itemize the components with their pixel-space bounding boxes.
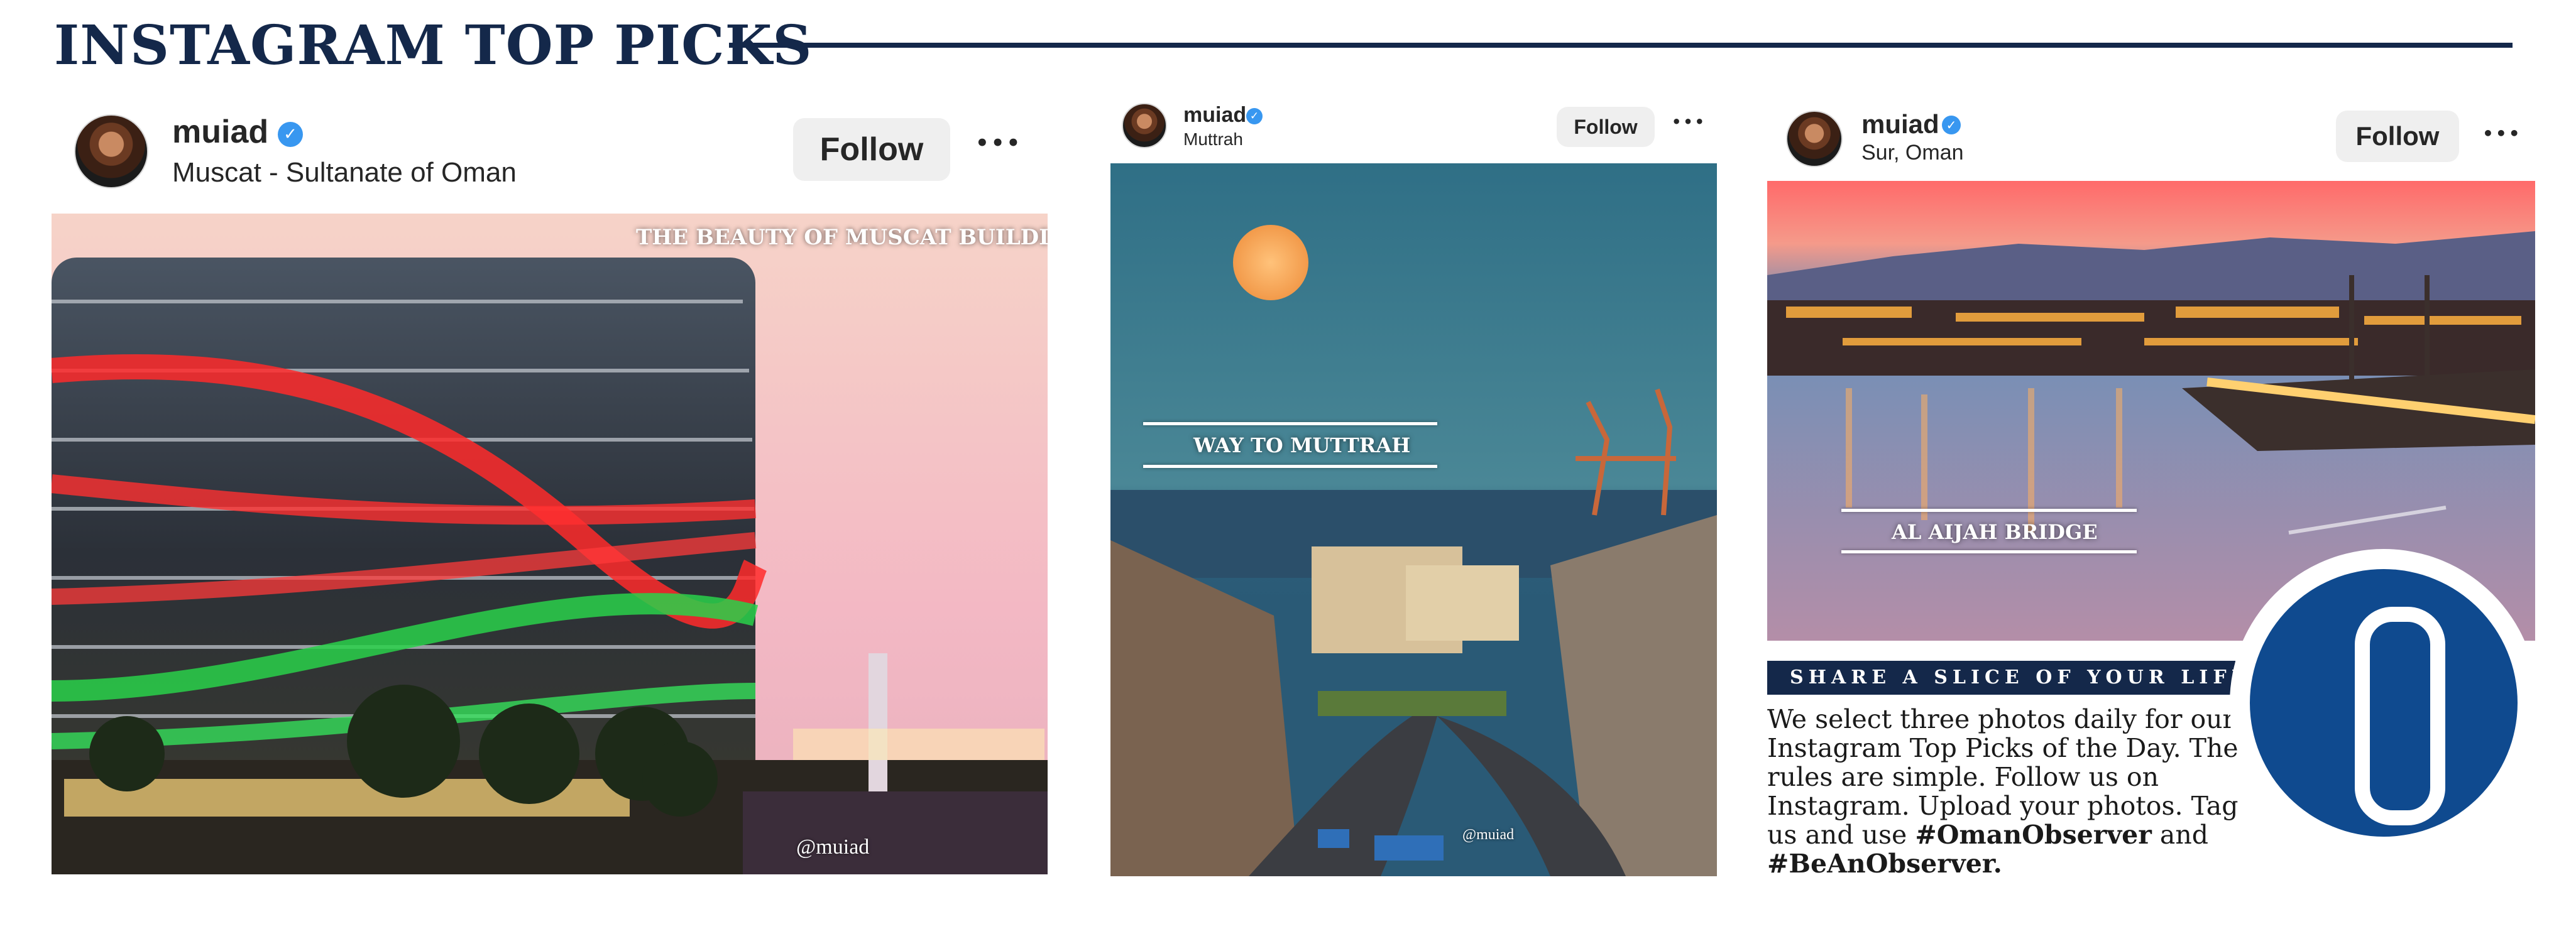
share-description: We select three photos daily for our Ins…: [1767, 705, 2251, 878]
logo-letter-o: [2355, 607, 2445, 825]
username[interactable]: muiad: [1183, 103, 1246, 128]
location-link[interactable]: Sur, Oman: [1861, 141, 1964, 165]
avatar[interactable]: [1786, 111, 1843, 167]
hashtag-omanobserver: #OmanObserver: [1915, 820, 2152, 850]
verified-badge-icon: ✓: [278, 122, 303, 147]
instagram-post-1: muiad ✓ Muscat - Sultanate of Oman Follo…: [52, 94, 1048, 874]
photo-caption: WAY TO MUTTRAH: [1193, 433, 1411, 457]
share-text-2: and: [2151, 820, 2208, 850]
avatar[interactable]: [74, 114, 148, 188]
caption-rule-bottom: [1841, 550, 2137, 553]
username[interactable]: muiad: [1861, 109, 1939, 139]
follow-button[interactable]: Follow: [2336, 111, 2459, 162]
follow-button[interactable]: Follow: [793, 118, 950, 181]
post-photo: THE BEAUTY OF MUSCAT BUILDINGS @muiad: [52, 214, 1048, 874]
follow-button[interactable]: Follow: [1557, 107, 1655, 147]
photo-watermark: @muiad: [1462, 827, 1515, 843]
location-link[interactable]: Muttrah: [1183, 129, 1243, 149]
more-options-icon[interactable]: •••: [1672, 113, 1706, 131]
post-photo: WAY TO MUTTRAH @muiad: [1110, 163, 1717, 876]
verified-badge-icon: ✓: [1246, 108, 1263, 124]
page-title: INSTAGRAM TOP PICKS: [54, 14, 813, 77]
caption-rule-top: [1143, 422, 1437, 425]
instagram-post-2: muiad ✓ Muttrah Follow ••• WAY TO MUTTRA…: [1110, 94, 1717, 876]
location-link[interactable]: Muscat - Sultanate of Oman: [172, 157, 517, 188]
verified-badge-icon: ✓: [1942, 116, 1961, 134]
caption-rule-top: [1841, 509, 2137, 512]
photo-caption: THE BEAUTY OF MUSCAT BUILDINGS: [636, 225, 1048, 250]
caption-rule-bottom: [1143, 465, 1437, 468]
photo-watermark: @muiad: [796, 835, 870, 859]
title-divider: [729, 43, 2513, 48]
share-heading: SHARE A SLICE OF YOUR LIFE: [1790, 666, 2251, 688]
avatar[interactable]: [1122, 103, 1167, 148]
username[interactable]: muiad: [172, 113, 268, 151]
more-options-icon[interactable]: •••: [2482, 123, 2522, 144]
photo-caption: AL AIJAH BRIDGE: [1892, 520, 2098, 544]
hashtag-beanobserver: #BeAnObserver.: [1767, 849, 2002, 879]
more-options-icon[interactable]: •••: [975, 131, 1022, 156]
